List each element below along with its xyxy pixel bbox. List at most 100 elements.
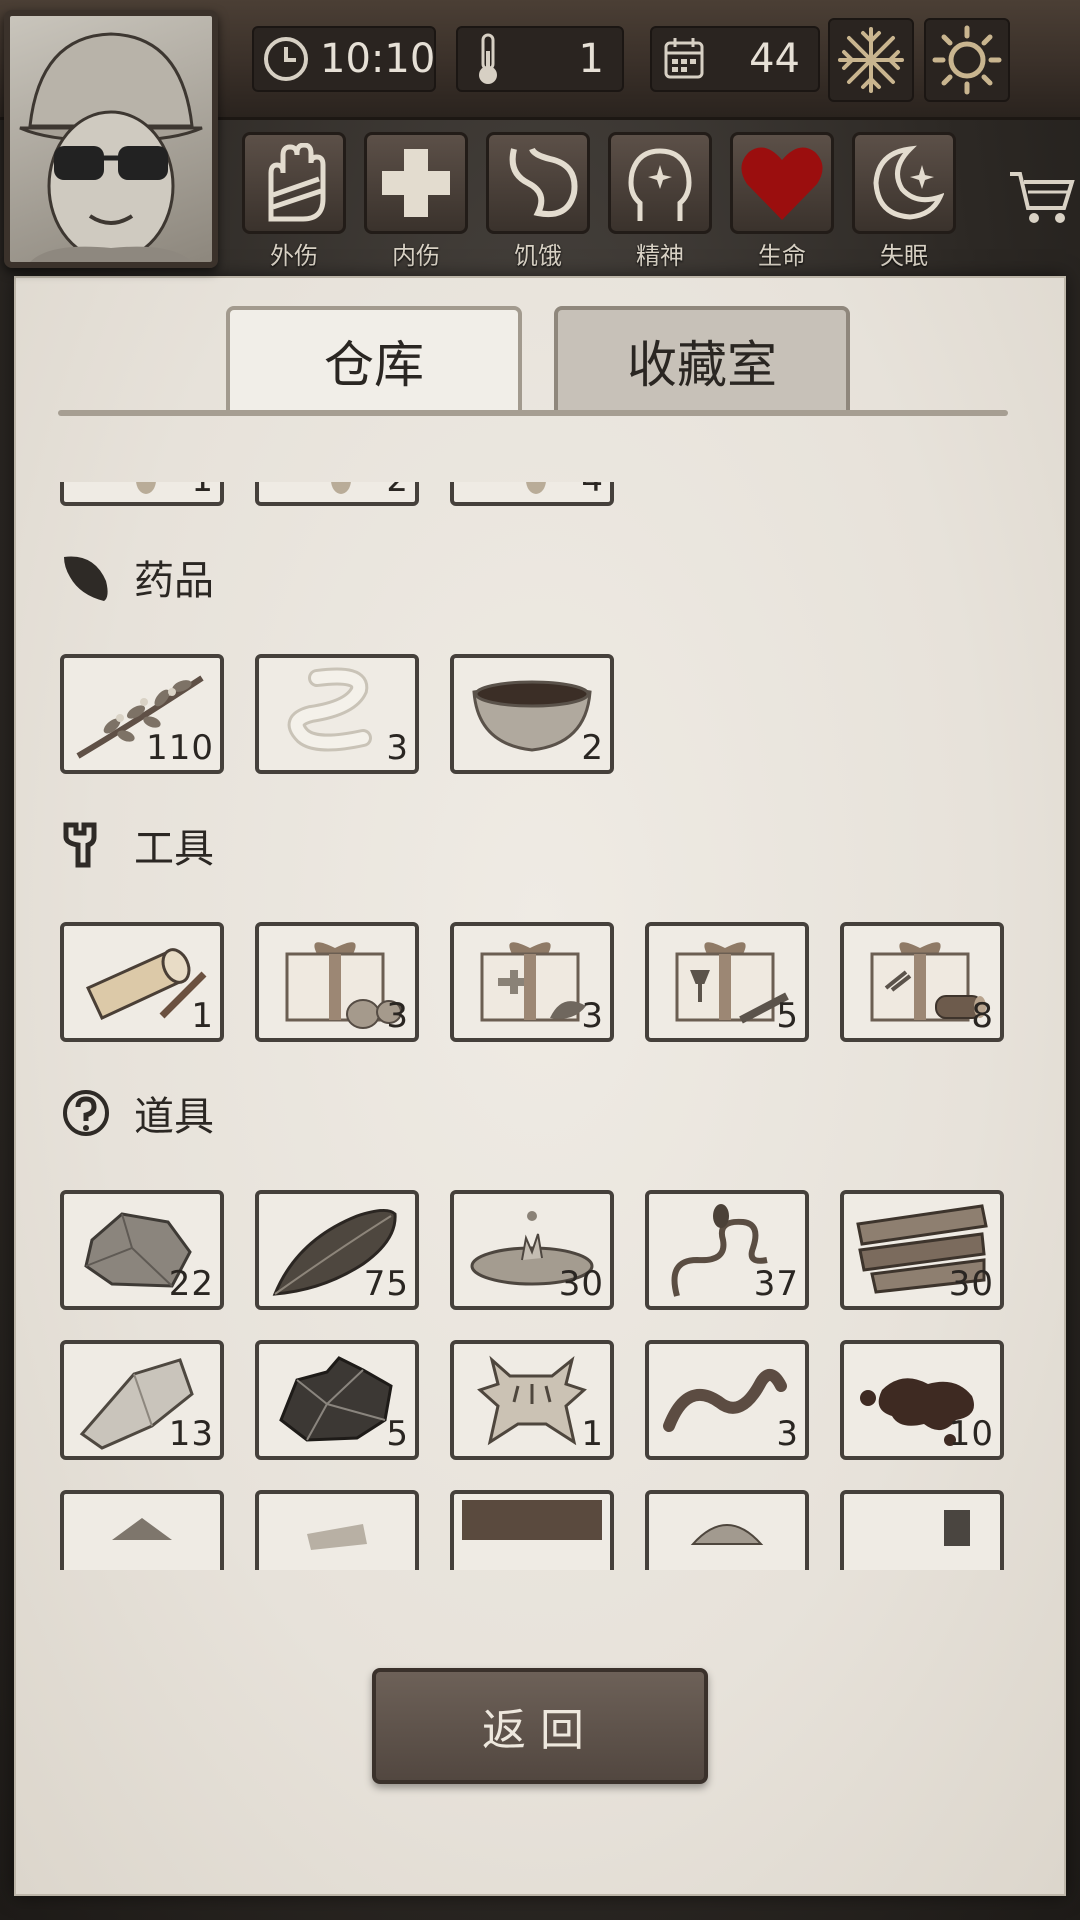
item-quantity: 3 <box>386 996 409 1036</box>
seed-icon <box>526 482 546 494</box>
item-slot[interactable] <box>840 1490 1004 1570</box>
status-label: 生命 <box>758 242 806 270</box>
status-label: 内伤 <box>392 242 440 270</box>
item-slot[interactable]: 3 <box>255 654 419 774</box>
item-quantity: 1 <box>191 482 214 500</box>
item-quantity: 37 <box>753 1264 799 1304</box>
item-quantity: 2 <box>386 482 409 500</box>
status-external-injury[interactable]: 外伤 <box>242 132 346 272</box>
question-icon <box>63 1090 109 1136</box>
item-quantity: 1 <box>191 996 214 1036</box>
item-quantity: 8 <box>971 996 994 1036</box>
thermometer-icon <box>479 33 497 84</box>
item-slot[interactable] <box>450 1490 614 1570</box>
inventory-scroll-area[interactable]: 1 2 4 药品 <box>60 482 1020 1570</box>
item-icon <box>462 1500 602 1540</box>
item-quantity: 3 <box>776 1414 799 1454</box>
item-quantity: 5 <box>386 1414 409 1454</box>
wrench-icon <box>63 822 97 868</box>
item-slot[interactable]: 2 <box>255 482 419 506</box>
temperature-value: 1 <box>578 36 604 82</box>
seed-icon <box>331 482 351 494</box>
item-quantity: 110 <box>146 728 214 768</box>
status-spirit[interactable]: 精神 <box>608 132 712 272</box>
item-slot[interactable]: 10 <box>840 1340 1004 1460</box>
day-counter: 44 <box>650 26 820 92</box>
item-quantity: 1 <box>581 1414 604 1454</box>
item-slot[interactable] <box>645 1490 809 1570</box>
leaf-icon <box>64 556 108 601</box>
item-quantity: 2 <box>581 728 604 768</box>
section-title: 工具 <box>134 826 214 872</box>
status-health[interactable]: 生命 <box>730 132 834 272</box>
item-quantity: 4 <box>581 482 604 500</box>
temperature-display: 1 <box>456 26 624 92</box>
status-label: 外伤 <box>270 242 318 270</box>
inventory-tabs: 仓库 收藏室 <box>58 306 1008 418</box>
section-medicine-header: 药品 <box>60 542 1020 612</box>
heart-icon <box>741 147 823 220</box>
item-slot[interactable] <box>60 1490 224 1570</box>
item-slot[interactable]: 4 <box>450 482 614 506</box>
item-quantity: 5 <box>776 996 799 1036</box>
partial-item-row: 1 2 4 <box>60 482 1020 506</box>
status-internal-injury[interactable]: 内伤 <box>364 132 468 272</box>
item-slot[interactable]: 3 <box>450 922 614 1042</box>
item-slot[interactable]: 22 <box>60 1190 224 1310</box>
item-slot[interactable]: 75 <box>255 1190 419 1310</box>
sun-icon[interactable] <box>924 18 1010 102</box>
status-label: 失眠 <box>880 242 928 270</box>
item-quantity: 30 <box>558 1264 604 1304</box>
item-quantity: 75 <box>363 1264 409 1304</box>
day-value: 44 <box>749 36 800 82</box>
item-slot[interactable] <box>255 1490 419 1570</box>
item-slot[interactable]: 3 <box>645 1340 809 1460</box>
status-hunger[interactable]: 饥饿 <box>486 132 590 272</box>
props-grid: 22 75 30 37 30 13 5 1 3 10 <box>60 1190 1020 1570</box>
section-title: 道具 <box>134 1094 214 1140</box>
medical-cross-icon <box>382 149 450 217</box>
item-quantity: 3 <box>386 728 409 768</box>
time-display: 10:10 <box>252 26 436 92</box>
status-label: 精神 <box>636 242 684 270</box>
back-button[interactable]: 返回 <box>372 1668 708 1784</box>
bandaged-hand-icon <box>268 143 326 222</box>
snowflake-icon[interactable] <box>828 18 914 102</box>
item-slot[interactable]: 30 <box>840 1190 1004 1310</box>
item-slot[interactable]: 5 <box>255 1340 419 1460</box>
item-slot[interactable]: 110 <box>60 654 224 774</box>
status-label: 饥饿 <box>514 242 562 270</box>
section-tools-header: 工具 <box>60 810 1020 880</box>
calendar-icon <box>664 38 704 79</box>
medicine-grid: 110 3 2 <box>60 654 1020 774</box>
section-props-header: 道具 <box>60 1078 1020 1148</box>
stomach-icon <box>509 147 578 217</box>
item-slot[interactable]: 8 <box>840 922 1004 1042</box>
item-quantity: 3 <box>581 996 604 1036</box>
player-portrait[interactable] <box>4 10 218 268</box>
item-quantity: 22 <box>168 1264 214 1304</box>
shell-icon <box>690 1524 764 1545</box>
item-slot[interactable]: 5 <box>645 922 809 1042</box>
moon-star-icon <box>873 145 944 220</box>
item-slot[interactable]: 2 <box>450 654 614 774</box>
clock-icon <box>264 37 308 81</box>
tab-collection[interactable]: 收藏室 <box>554 306 850 412</box>
item-slot[interactable]: 3 <box>255 922 419 1042</box>
item-quantity: 10 <box>948 1414 994 1454</box>
time-value: 10:10 <box>320 36 436 82</box>
status-insomnia[interactable]: 失眠 <box>852 132 956 272</box>
item-icon <box>944 1510 970 1546</box>
item-slot[interactable]: 13 <box>60 1340 224 1460</box>
item-icon <box>112 1518 172 1540</box>
shopping-cart-icon[interactable] <box>1006 168 1076 228</box>
item-slot[interactable]: 1 <box>60 482 224 506</box>
item-slot[interactable]: 30 <box>450 1190 614 1310</box>
tab-divider <box>58 410 1008 416</box>
item-slot[interactable]: 37 <box>645 1190 809 1310</box>
item-slot[interactable]: 1 <box>450 1340 614 1460</box>
game-screen: 10:10 1 44 外伤 内伤 饥饿 精神 生命 失眠 仓库 收藏室 药品 1… <box>0 0 1080 1920</box>
tab-warehouse[interactable]: 仓库 <box>226 306 522 412</box>
item-icon <box>307 1524 367 1550</box>
item-slot[interactable]: 1 <box>60 922 224 1042</box>
